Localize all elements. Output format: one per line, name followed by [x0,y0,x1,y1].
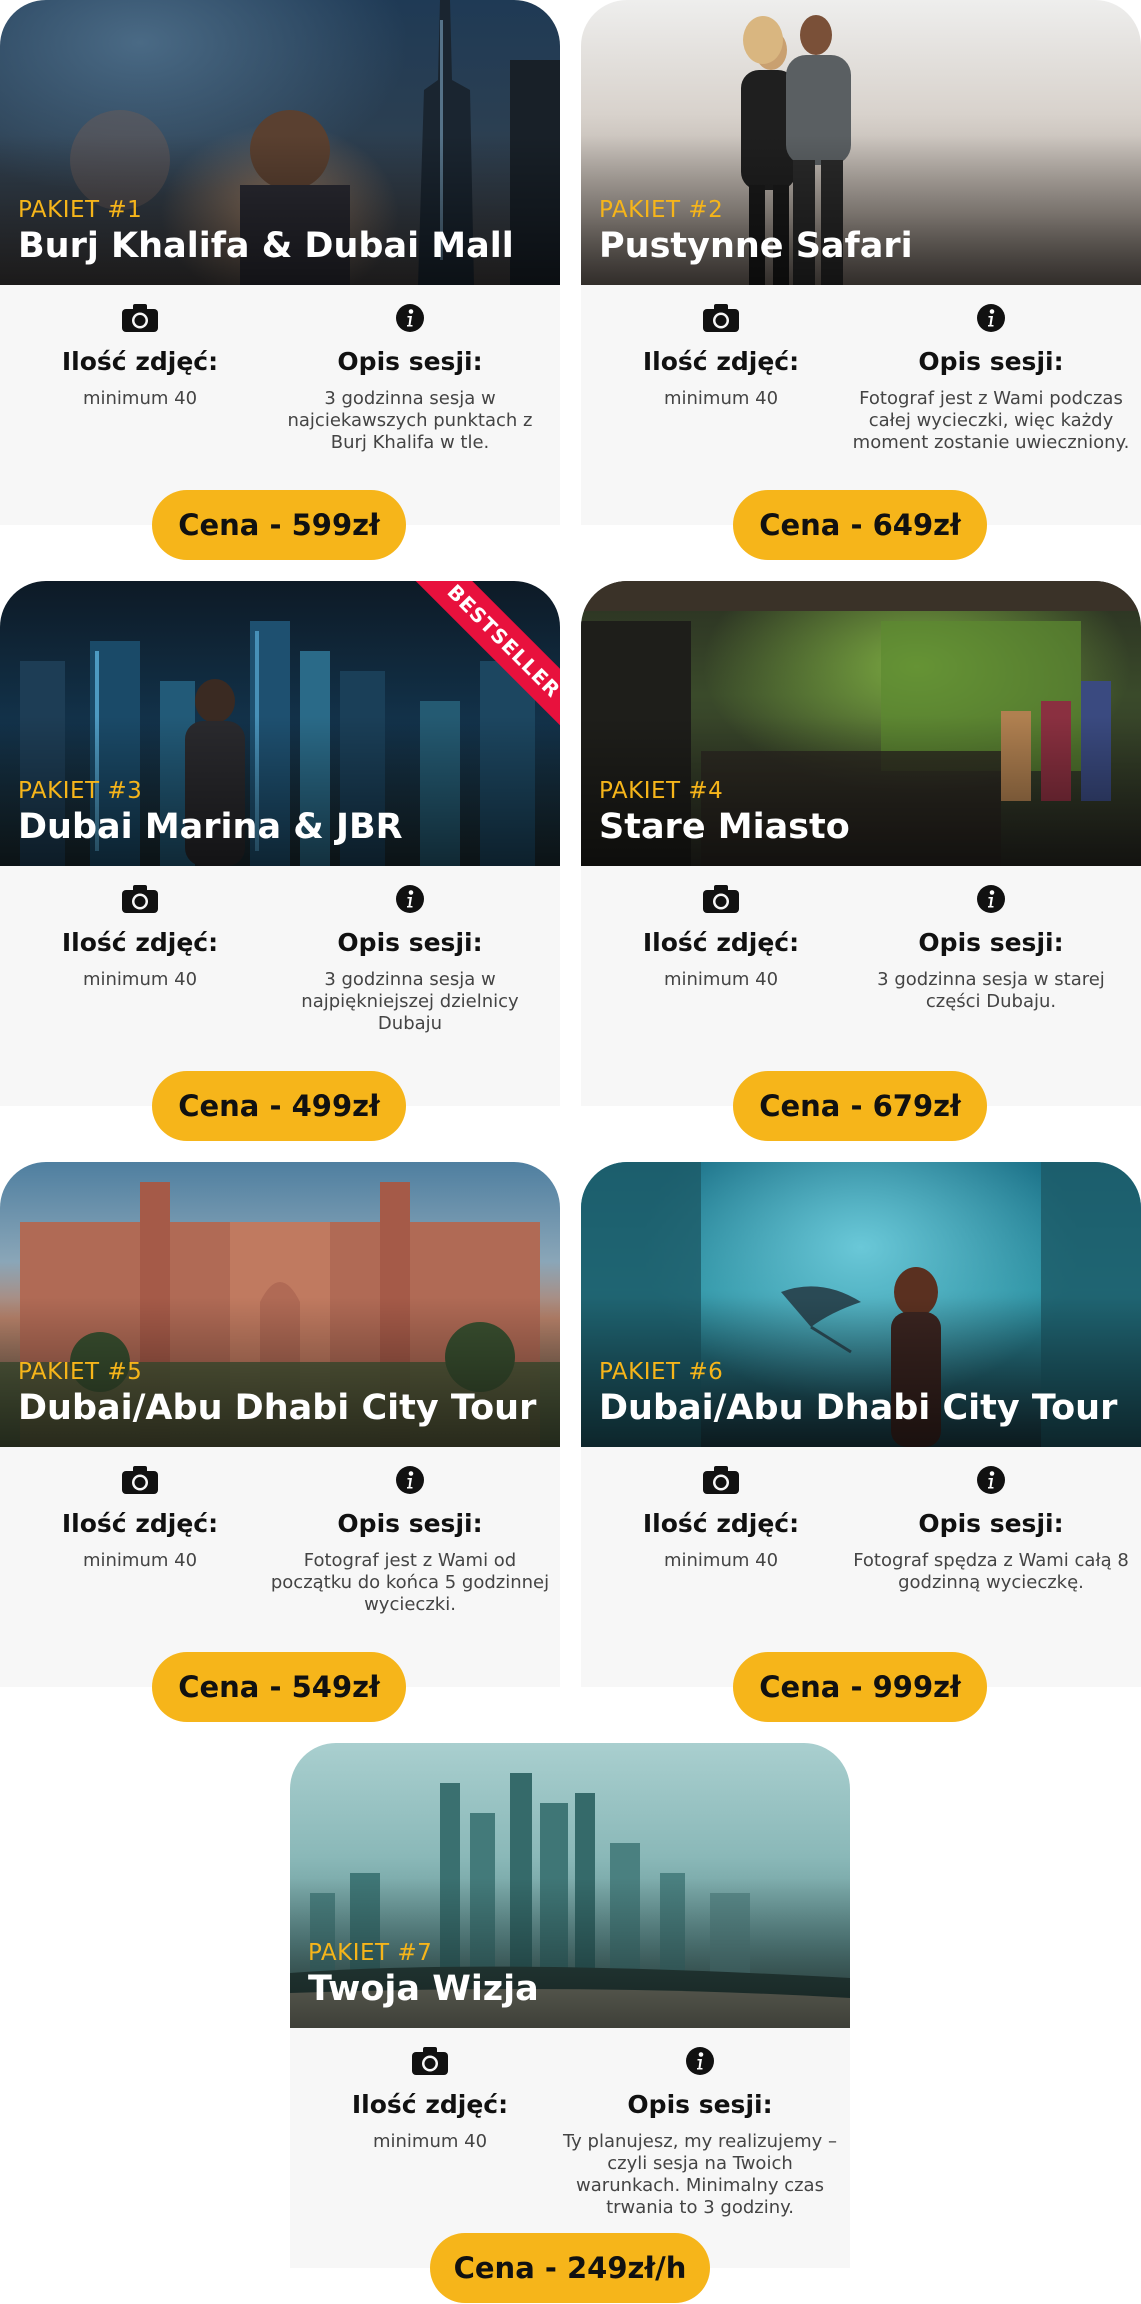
info-icon [396,885,424,913]
photos-value: minimum 40 [663,1550,779,1571]
package-photo-custom: PAKIET #7 Twoja Wizja [290,1743,850,2028]
info-icon [686,2047,714,2075]
package-details: Ilość zdjęć: minimum 40 Opis sesji: Ty p… [290,2028,850,2268]
package-label: PAKIET #6 [599,1359,724,1385]
photos-value: minimum 40 [82,1550,198,1571]
package-photo-desert-safari: PAKIET #2 Pustynne Safari [581,0,1141,285]
camera-icon [703,304,739,332]
package-details: Ilość zdjęć: minimum 40 Opis sesji: Foto… [581,1447,1141,1687]
description-text: 3 godzinna sesja w najpiękniejszej dziel… [301,969,519,1034]
description-heading: Opis sesji: [627,2090,773,2119]
description-heading: Opis sesji: [918,347,1064,376]
price-button[interactable]: Cena - 649zł [733,490,987,560]
camera-icon [703,885,739,913]
package-photo-aquarium: PAKIET #6 Dubai/Abu Dhabi City Tour [581,1162,1141,1447]
price-button[interactable]: Cena - 999zł [733,1652,987,1722]
package-photo-burj-khalifa: PAKIET #1 Burj Khalifa & Dubai Mall [0,0,560,285]
photos-value: minimum 40 [663,969,779,990]
info-icon [396,1466,424,1494]
photos-heading: Ilość zdjęć: [642,928,800,957]
package-details: Ilość zdjęć: minimum 40 Opis sesji: Foto… [581,285,1141,525]
description-text: Fotograf spędza z Wami całą 8 godzinną w… [853,1550,1129,1593]
price-button[interactable]: Cena - 549zł [152,1652,406,1722]
package-card-3: BESTSELLER PAKIET #3 Dubai Marina & JBR … [0,581,560,1141]
info-icon [977,1466,1005,1494]
price-button[interactable]: Cena - 599zł [152,490,406,560]
description-heading: Opis sesji: [337,1509,483,1538]
description-heading: Opis sesji: [337,347,483,376]
info-icon [396,304,424,332]
package-label: PAKIET #5 [18,1359,143,1385]
price-button[interactable]: Cena - 249zł/h [430,2233,710,2303]
info-icon [977,304,1005,332]
package-label: PAKIET #1 [18,197,143,223]
package-label: PAKIET #2 [599,197,724,223]
photos-value: minimum 40 [372,2131,488,2152]
photos-heading: Ilość zdjęć: [642,1509,800,1538]
photos-heading: Ilość zdjęć: [61,1509,219,1538]
package-card-5: PAKIET #5 Dubai/Abu Dhabi City Tour Iloś… [0,1162,560,1722]
price-button[interactable]: Cena - 679zł [733,1071,987,1141]
description-text: Fotograf jest z Wami od początku do końc… [270,1550,550,1615]
photos-value: minimum 40 [663,388,779,409]
package-label: PAKIET #3 [18,778,143,804]
photos-heading: Ilość zdjęć: [642,347,800,376]
package-title: Twoja Wizja [308,1969,539,2009]
package-card-2: PAKIET #2 Pustynne Safari Ilość zdjęć: m… [581,0,1141,560]
package-card-1: PAKIET #1 Burj Khalifa & Dubai Mall Iloś… [0,0,560,560]
description-heading: Opis sesji: [337,928,483,957]
description-text: 3 godzinna sesja w najciekawszych punkta… [287,388,533,453]
package-title: Pustynne Safari [599,226,913,266]
package-title: Stare Miasto [599,807,850,847]
camera-icon [412,2047,448,2075]
package-title: Dubai/Abu Dhabi City Tour [18,1388,537,1428]
package-details: Ilość zdjęć: minimum 40 Opis sesji: 3 go… [581,866,1141,1106]
package-card-7: PAKIET #7 Twoja Wizja Ilość zdjęć: minim… [290,1743,850,2303]
package-details: Ilość zdjęć: minimum 40 Opis sesji: 3 go… [0,866,560,1106]
photos-value: minimum 40 [82,388,198,409]
photos-heading: Ilość zdjęć: [61,928,219,957]
description-text: Ty planujesz, my realizujemy – czyli ses… [562,2131,838,2218]
description-heading: Opis sesji: [918,928,1064,957]
camera-icon [122,1466,158,1494]
description-heading: Opis sesji: [918,1509,1064,1538]
package-photo-atlantis: PAKIET #5 Dubai/Abu Dhabi City Tour [0,1162,560,1447]
package-title: Dubai/Abu Dhabi City Tour [599,1388,1118,1428]
package-details: Ilość zdjęć: minimum 40 Opis sesji: 3 go… [0,285,560,525]
package-title: Dubai Marina & JBR [18,807,403,847]
description-text: Fotograf jest z Wami podczas całej wycie… [852,388,1130,453]
package-photo-old-town: PAKIET #4 Stare Miasto [581,581,1141,866]
package-label: PAKIET #7 [308,1940,433,1966]
package-photo-dubai-marina: BESTSELLER PAKIET #3 Dubai Marina & JBR [0,581,560,866]
camera-icon [703,1466,739,1494]
photos-value: minimum 40 [82,969,198,990]
package-card-4: PAKIET #4 Stare Miasto Ilość zdjęć: mini… [581,581,1141,1141]
price-button[interactable]: Cena - 499zł [152,1071,406,1141]
photos-heading: Ilość zdjęć: [61,347,219,376]
photos-heading: Ilość zdjęć: [351,2090,509,2119]
package-details: Ilość zdjęć: minimum 40 Opis sesji: Foto… [0,1447,560,1687]
camera-icon [122,885,158,913]
description-text: 3 godzinna sesja w starej części Dubaju. [877,969,1105,1012]
package-card-6: PAKIET #6 Dubai/Abu Dhabi City Tour Iloś… [581,1162,1141,1722]
info-icon [977,885,1005,913]
camera-icon [122,304,158,332]
package-label: PAKIET #4 [599,778,724,804]
package-title: Burj Khalifa & Dubai Mall [18,226,514,266]
